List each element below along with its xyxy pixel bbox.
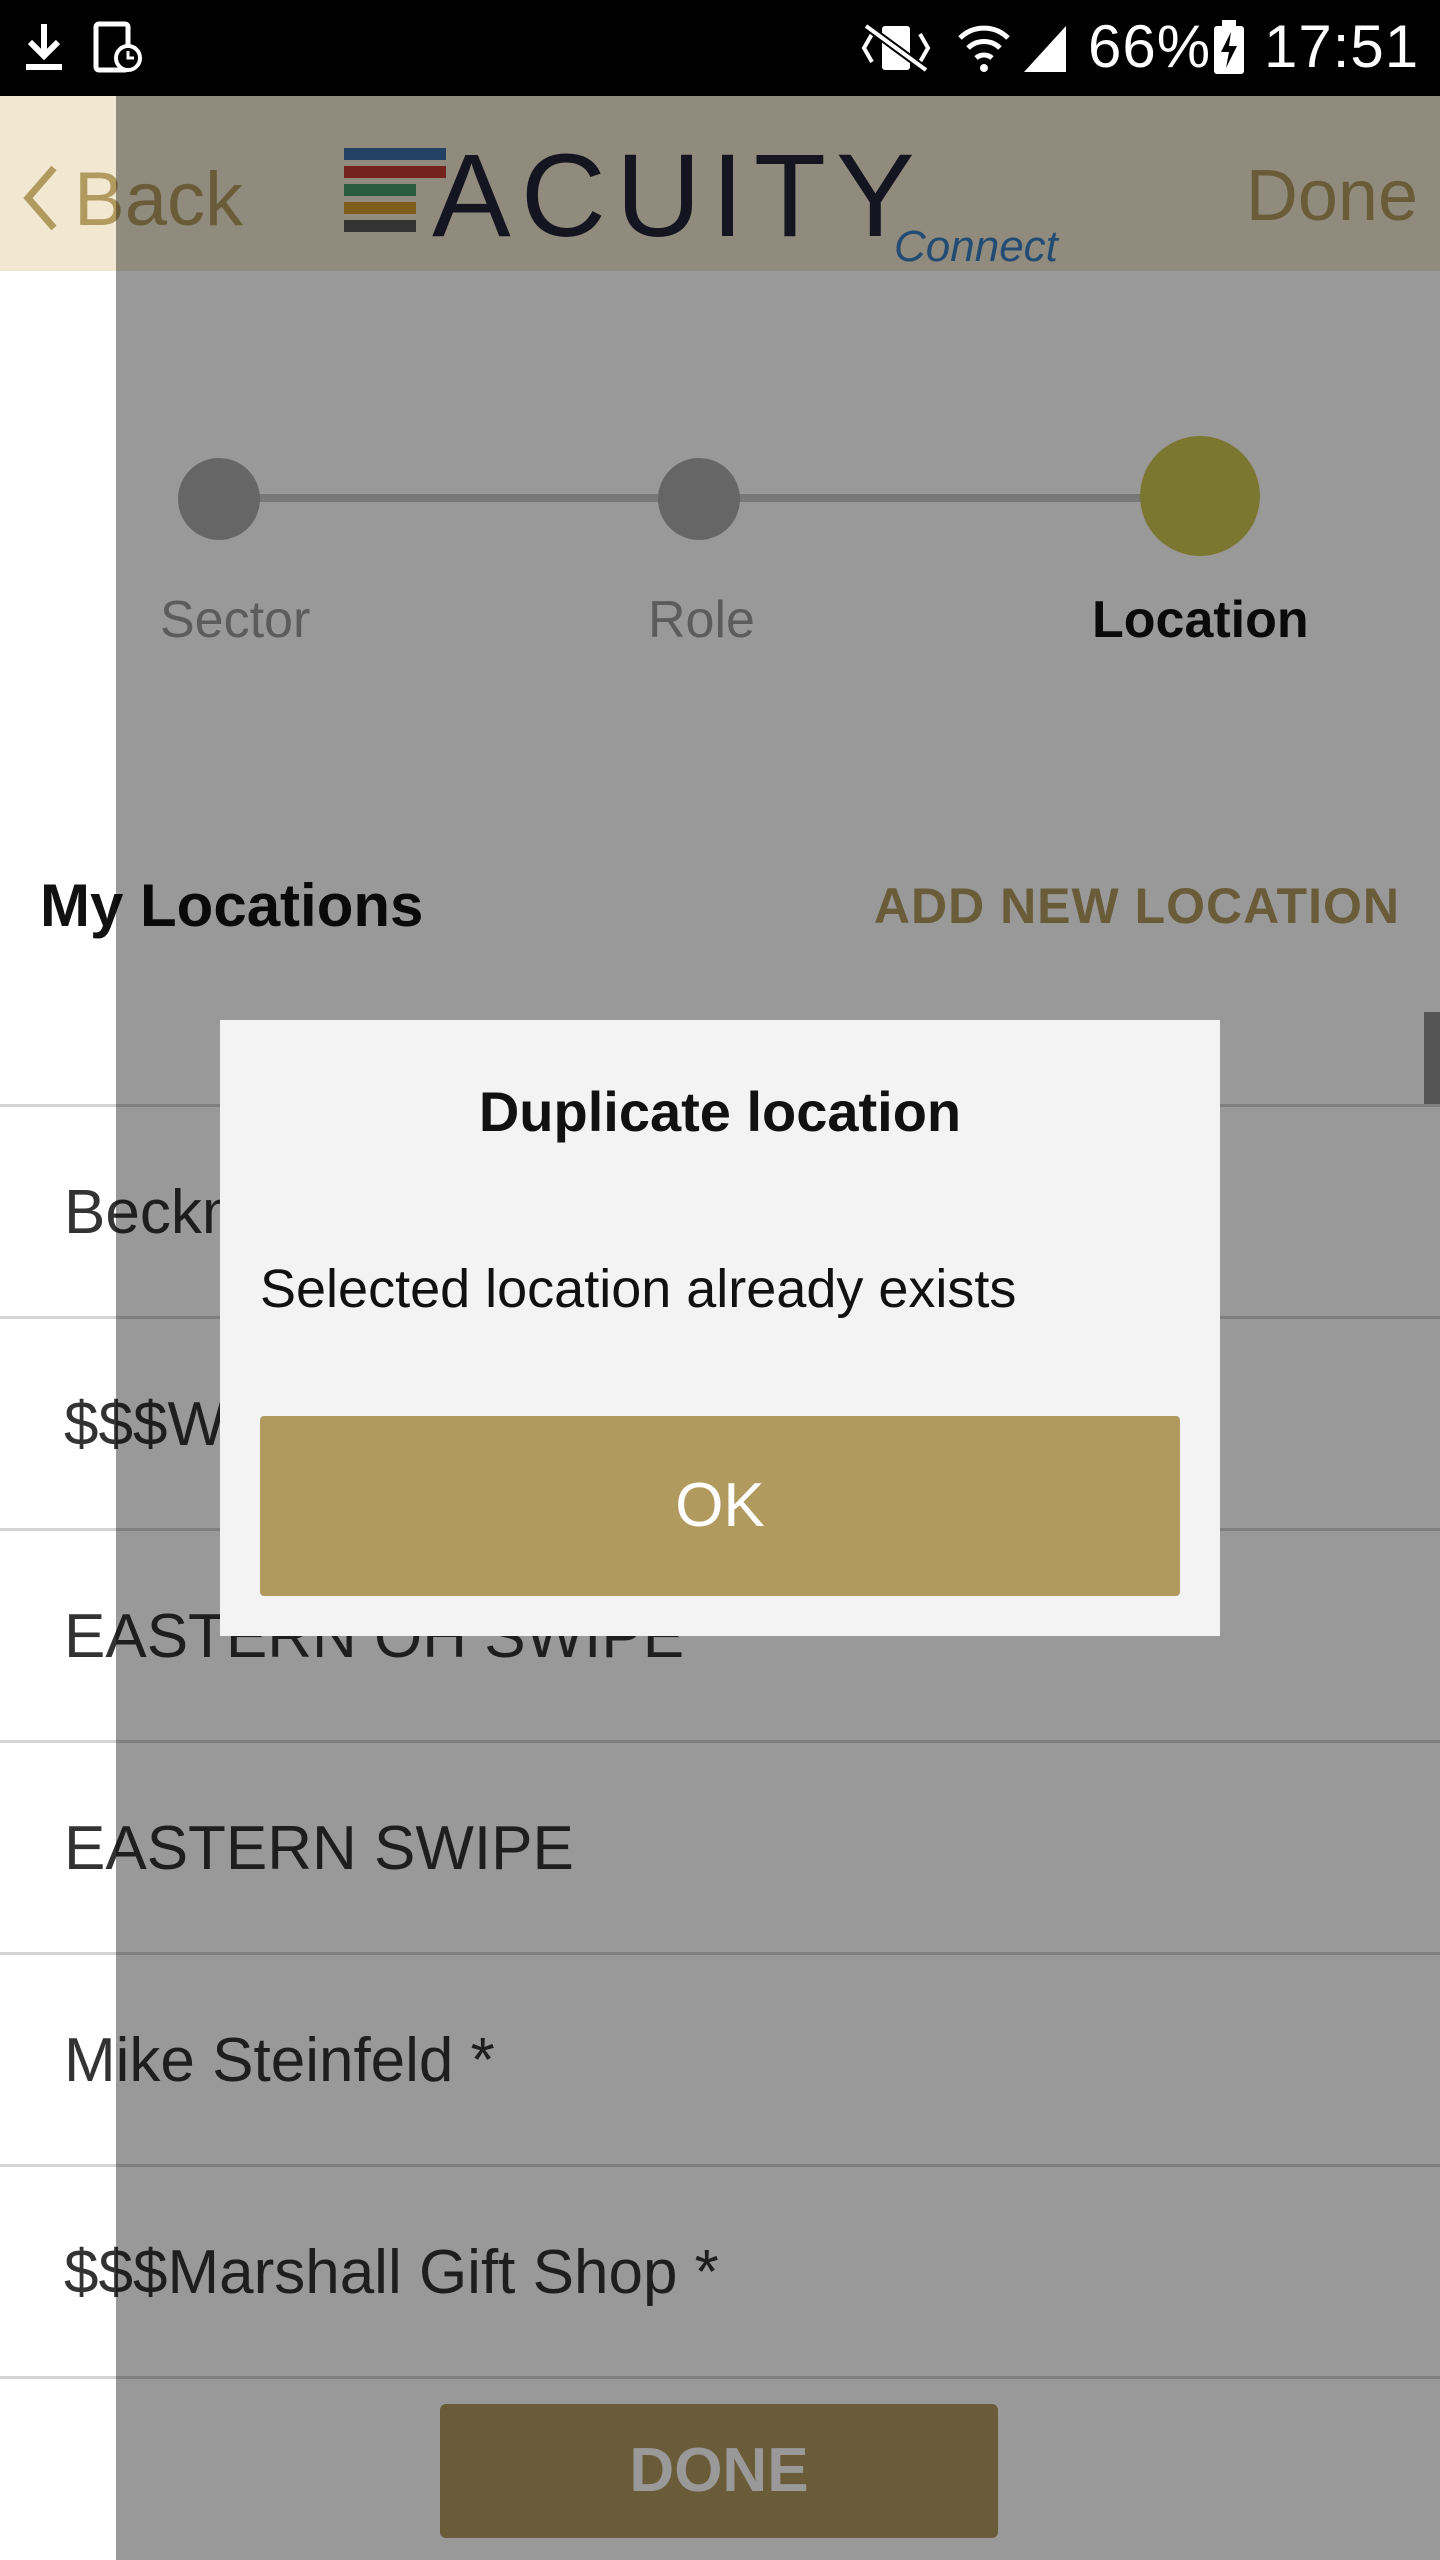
ok-button[interactable]: OK xyxy=(260,1416,1180,1596)
vibrate-icon xyxy=(861,22,931,74)
clock: 17:51 xyxy=(1264,13,1420,80)
duplicate-location-dialog: Duplicate location Selected location alr… xyxy=(220,1020,1220,1636)
chevron-left-icon xyxy=(23,165,57,231)
signal-icon xyxy=(1024,26,1066,72)
dialog-message: Selected location already exists xyxy=(260,1259,1017,1319)
battery-charging-icon xyxy=(1214,20,1244,74)
wifi-icon xyxy=(958,25,1010,72)
scrollbar[interactable] xyxy=(1424,1012,1440,1104)
status-bar: 66% 17:51 xyxy=(0,0,1440,96)
battery-percent: 66% xyxy=(1088,13,1212,80)
download-icon xyxy=(26,24,62,70)
phone-screen-icon xyxy=(93,21,142,73)
dialog-title: Duplicate location xyxy=(478,1080,962,1143)
